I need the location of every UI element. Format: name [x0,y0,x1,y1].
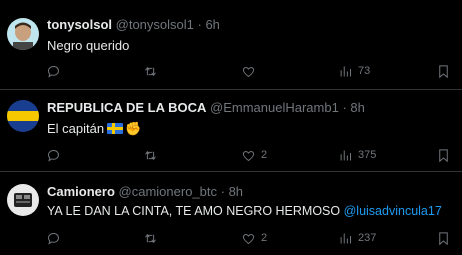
like-button[interactable]: 2 [241,147,267,163]
view-count: 375 [358,149,377,161]
reply-button[interactable] [46,63,66,79]
timestamp[interactable]: · 6h [198,17,220,32]
reply-button[interactable] [46,147,66,163]
avatar-image [7,100,39,132]
tweet-text-container: YA LE DAN LA CINTA, TE AMO NEGRO HERMOSO… [47,204,442,218]
retweet-button[interactable] [143,63,163,79]
reply-icon [48,65,59,78]
avatar-image [7,184,39,216]
tweet-text: El capitán [47,121,105,136]
views-button[interactable]: 237 [338,230,376,246]
sweden-flag-icon [107,123,124,134]
reply-icon [48,149,59,162]
tweet-card[interactable]: REPUBLICA DE LA BOCA @EmmanuelHaramb1 · … [0,90,462,172]
tweet-header: Camionero @camionero_btc · 8h [47,184,243,199]
display-name[interactable]: Camionero [47,184,115,199]
reply-icon [48,232,59,245]
timeline-feed: tonysolsol @tonysolsol1 · 6h Negro queri… [0,0,462,255]
view-count: 73 [358,65,371,77]
handle[interactable]: @EmmanuelHaramb1 [210,100,339,115]
reply-button[interactable] [46,230,66,246]
display-name[interactable]: REPUBLICA DE LA BOCA [47,100,206,115]
retweet-button[interactable] [143,147,163,163]
retweet-icon [145,233,156,243]
bookmark-icon [439,64,448,78]
views-chart-icon [340,233,351,243]
bookmark-button[interactable] [436,63,451,79]
raised-fist-icon: ✊ [125,121,142,136]
avatar[interactable] [7,100,39,132]
tweet-text: YA LE DAN LA CINTA, TE AMO NEGRO HERMOSO [47,204,341,218]
retweet-button[interactable] [143,230,163,246]
like-count: 2 [261,149,268,161]
tweet-header: tonysolsol @tonysolsol1 · 6h [47,17,220,32]
timestamp[interactable]: · 8h [342,100,364,115]
view-count: 237 [358,232,377,244]
tweet-card[interactable]: Camionero @camionero_btc · 8h YA LE DAN … [0,172,462,255]
avatar-image [7,18,39,50]
tweet-text: Negro querido [47,38,130,53]
like-count: 2 [261,232,268,244]
retweet-icon [145,66,156,76]
retweet-icon [145,150,156,160]
display-name[interactable]: tonysolsol [47,17,112,32]
handle[interactable]: @tonysolsol1 [116,17,194,32]
tweet-text-container: El capitán ✊ [47,121,141,137]
tweet-card[interactable]: tonysolsol @tonysolsol1 · 6h Negro queri… [0,0,462,90]
avatar[interactable] [7,184,39,216]
heart-icon [242,233,255,244]
tweet-header: REPUBLICA DE LA BOCA @EmmanuelHaramb1 · … [47,100,365,115]
views-button[interactable]: 73 [338,63,370,79]
handle[interactable]: @camionero_btc [119,184,217,199]
avatar[interactable] [7,18,39,50]
like-button[interactable] [241,63,261,79]
views-button[interactable]: 375 [338,147,376,163]
bookmark-icon [439,148,448,162]
heart-icon [242,150,255,161]
views-chart-icon [340,150,351,160]
bookmark-button[interactable] [436,230,451,246]
bookmark-button[interactable] [436,147,451,163]
timestamp[interactable]: · 8h [221,184,243,199]
heart-icon [242,66,255,77]
bookmark-icon [439,231,448,245]
mention-link[interactable]: @luisadvincula17 [344,204,442,218]
like-button[interactable]: 2 [241,230,267,246]
views-chart-icon [340,66,351,76]
